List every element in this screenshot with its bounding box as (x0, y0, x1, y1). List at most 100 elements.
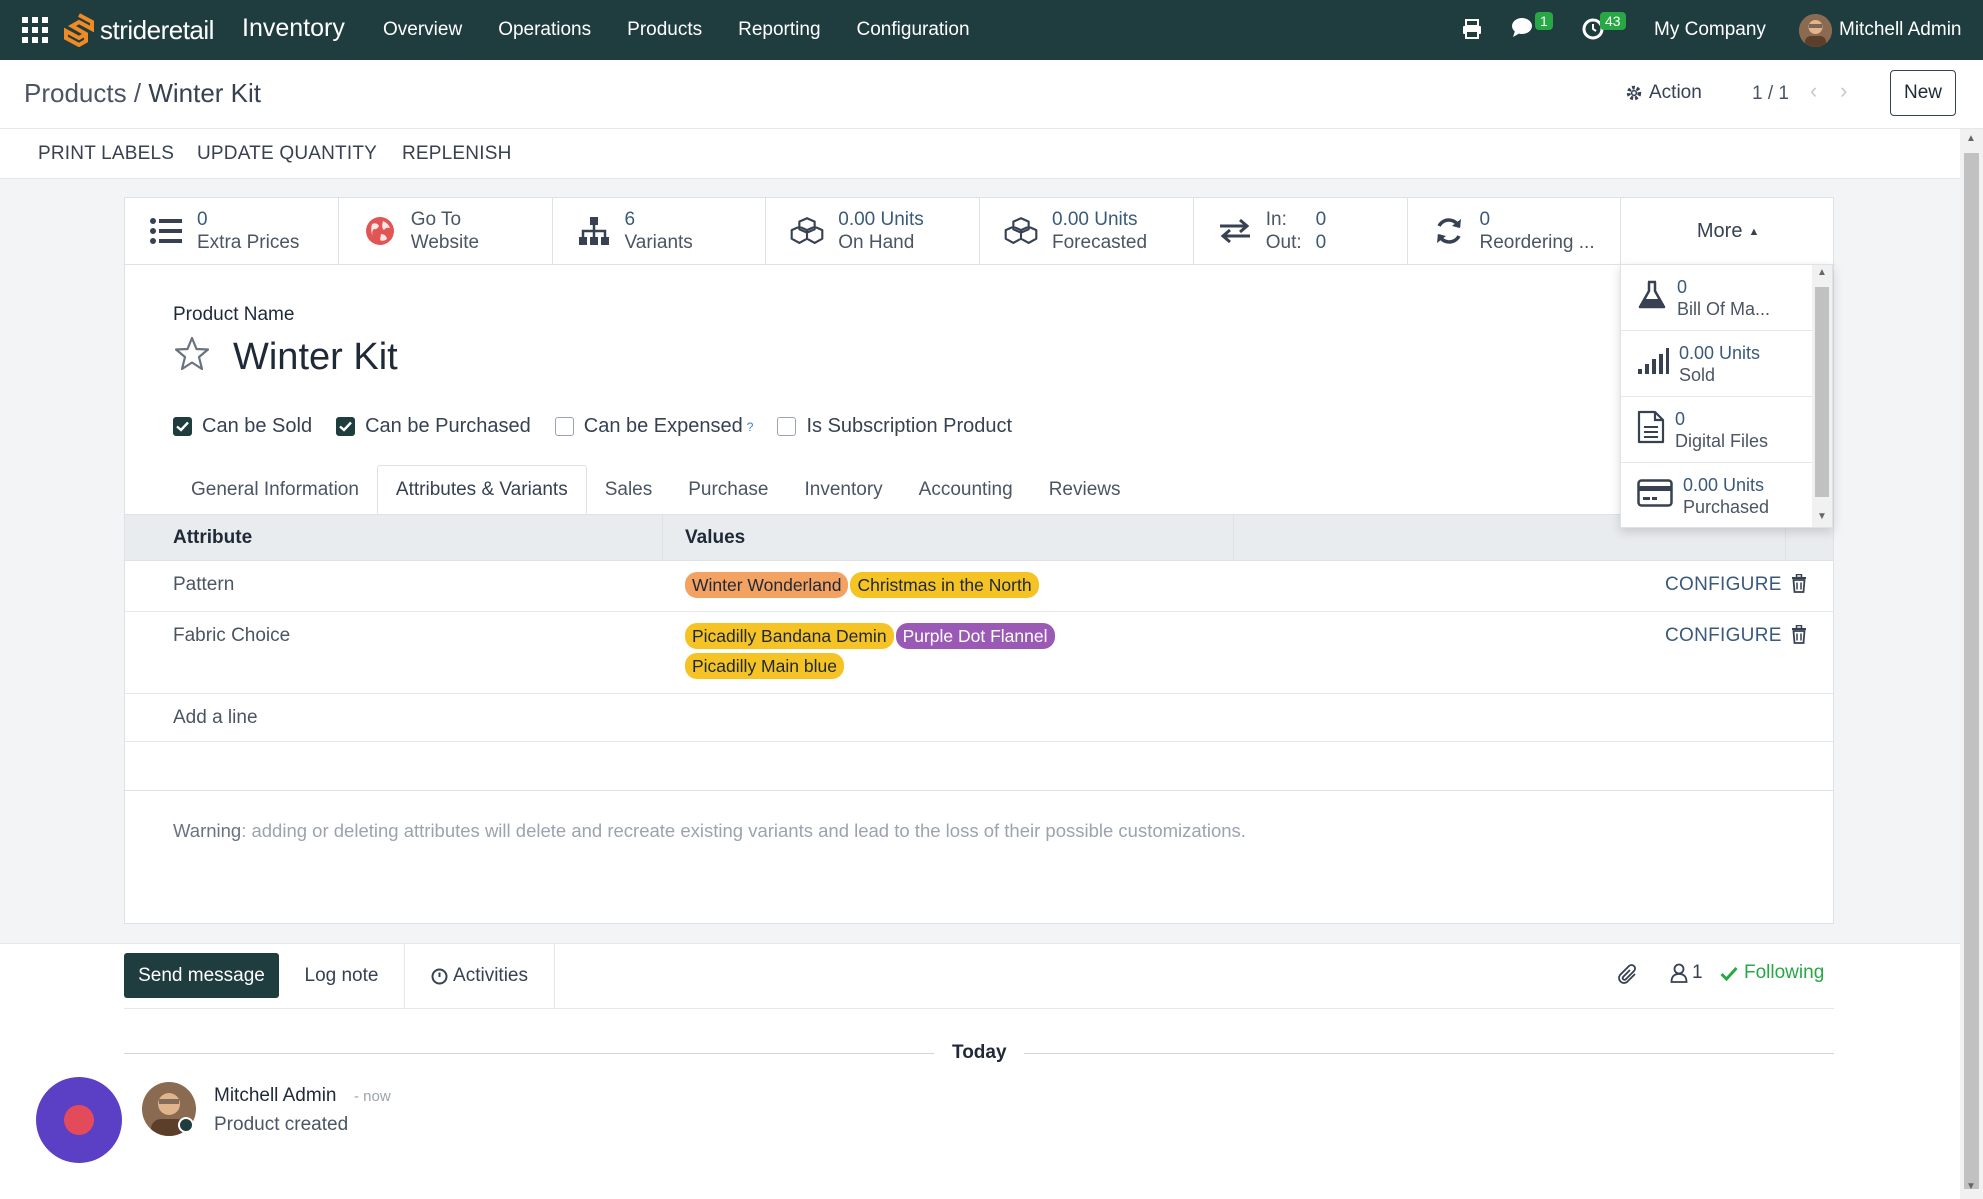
breadcrumb-products[interactable]: Products (24, 78, 127, 108)
go-to-website-button[interactable]: Go To Website (339, 198, 553, 264)
new-button[interactable]: New (1890, 70, 1957, 116)
tab-sales[interactable]: Sales (587, 465, 671, 514)
activities-badge: 43 (1600, 12, 1626, 30)
attribute-values: Winter Wonderland Christmas in the North (685, 572, 1041, 602)
in-out-button[interactable]: In: 0 Out: 0 (1194, 198, 1408, 264)
forecasted-label: Forecasted (1052, 232, 1148, 253)
apps-menu-icon[interactable] (22, 17, 48, 43)
can-be-purchased-checkbox[interactable]: Can be Purchased (336, 415, 531, 438)
menu-operations[interactable]: Operations (498, 19, 591, 41)
can-be-expensed-checkbox[interactable]: Can be Expensed? (554, 415, 754, 438)
date-divider-right (1024, 1053, 1834, 1054)
extra-prices-button[interactable]: 0 Extra Prices (125, 198, 339, 264)
digital-files-value: 0 (1675, 408, 1686, 429)
reordering-button[interactable]: 0 Reordering ... (1408, 198, 1622, 264)
file-icon (1637, 410, 1665, 450)
top-navbar: strideretail Inventory Overview Operatio… (0, 0, 1983, 60)
message-author[interactable]: Mitchell Admin (214, 1085, 337, 1107)
tab-accounting[interactable]: Accounting (901, 465, 1031, 514)
scroll-down-icon[interactable]: ▼ (1817, 511, 1827, 522)
in-label: In: (1265, 209, 1287, 230)
menu-configuration[interactable]: Configuration (857, 19, 970, 41)
smart-buttons: 0 Extra Prices Go To Website 6 Variants 0.0… (125, 198, 1835, 265)
following-button[interactable]: Following (1720, 962, 1824, 984)
menu-overview[interactable]: Overview (383, 19, 462, 41)
help-tooltip-icon[interactable]: ? (747, 420, 754, 434)
purchased-button[interactable]: 0.00 Units Purchased (1621, 463, 1814, 529)
send-message-button[interactable]: Send message (124, 953, 279, 998)
can-be-sold-checkbox[interactable]: Can be Sold (173, 415, 312, 438)
scroll-down-icon[interactable]: ▼ (1966, 1181, 1976, 1192)
column-attribute[interactable]: Attribute (173, 527, 252, 549)
variants-button[interactable]: 6 Variants (553, 198, 767, 264)
online-status-icon (178, 1117, 194, 1133)
print-icon[interactable] (1461, 18, 1483, 46)
update-quantity-button[interactable]: UPDATE QUANTITY (197, 143, 377, 165)
log-note-button[interactable]: Log note (279, 944, 405, 1008)
pager-prev-icon[interactable]: ‹ (1810, 78, 1817, 104)
variants-warning: Warning: adding or deleting attributes w… (173, 820, 1246, 842)
out-label: Out: (1265, 232, 1302, 253)
trash-icon[interactable] (1791, 624, 1807, 650)
menu-reporting[interactable]: Reporting (738, 19, 820, 41)
menu-products[interactable]: Products (627, 19, 702, 41)
replenish-button[interactable]: REPLENISH (402, 143, 512, 165)
paperclip-icon[interactable] (1617, 963, 1639, 993)
user-menu[interactable]: Mitchell Admin (1839, 19, 1962, 41)
can-be-expensed-label: Can be Expensed (583, 415, 743, 437)
favorite-star-icon[interactable] (173, 335, 211, 379)
configure-button[interactable]: CONFIGURE (1665, 574, 1782, 596)
scroll-up-icon[interactable]: ▲ (1817, 267, 1827, 278)
pager-value[interactable]: 1 / 1 (1752, 83, 1789, 105)
page-scroll-thumb[interactable] (1964, 153, 1979, 1189)
product-name-field[interactable]: Winter Kit (233, 336, 398, 379)
sold-label: Sold (1679, 364, 1716, 385)
print-labels-button[interactable]: PRINT LABELS (38, 143, 174, 165)
messages-icon[interactable] (1511, 16, 1537, 46)
flask-icon (1637, 280, 1667, 316)
followers-button[interactable]: 1 (1670, 962, 1703, 984)
form-sheet: 0 Extra Prices Go To Website 6 Variants 0.0… (124, 197, 1835, 924)
website-line2: Website (410, 232, 480, 253)
column-values[interactable]: Values (685, 527, 745, 549)
activities-button[interactable]: Activities (405, 944, 555, 1008)
pager-next-icon[interactable]: › (1840, 78, 1847, 104)
page-scrollbar[interactable]: ▲ ▼ (1960, 129, 1983, 1199)
breadcrumb-separator: / (133, 78, 142, 108)
floating-record-button[interactable] (36, 1077, 122, 1163)
brand-name: strideretail (100, 14, 214, 45)
form-statusbar: PRINT LABELS UPDATE QUANTITY REPLENISH (0, 129, 1960, 179)
tab-reviews[interactable]: Reviews (1031, 465, 1139, 514)
variants-label: Variants (624, 232, 693, 253)
forecasted-button[interactable]: 0.00 Units Forecasted (980, 198, 1194, 264)
on-hand-button[interactable]: 0.00 Units On Hand (766, 198, 980, 264)
main-menu: Overview Operations Products Reporting C… (383, 19, 970, 41)
tab-general-information[interactable]: General Information (173, 465, 377, 514)
is-subscription-checkbox[interactable]: Is Subscription Product (777, 415, 1012, 438)
app-title[interactable]: Inventory (242, 14, 345, 43)
action-menu-button[interactable]: Action (1625, 82, 1702, 104)
company-switcher[interactable]: My Company (1654, 19, 1766, 41)
dropdown-scrollbar[interactable]: ▲ ▼ (1812, 265, 1832, 527)
globe-icon (363, 214, 397, 248)
trash-icon[interactable] (1791, 573, 1807, 599)
brand-logo[interactable]: strideretail (64, 10, 214, 50)
log-note-label: Log note (304, 965, 379, 986)
table-row[interactable]: Fabric Choice Picadilly Bandana Demin Pur… (125, 612, 1833, 694)
digital-files-button[interactable]: 0 Digital Files (1621, 397, 1814, 463)
followers-count: 1 (1692, 962, 1703, 983)
more-button[interactable]: More ▲ (1621, 198, 1835, 264)
tab-purchase[interactable]: Purchase (670, 465, 786, 514)
extra-prices-value: 0 (197, 209, 208, 230)
add-a-line-link[interactable]: Add a line (173, 707, 258, 729)
table-row[interactable]: Pattern Winter Wonderland Christmas in th… (125, 561, 1833, 612)
add-line-row: Add a line (125, 694, 1833, 742)
scroll-up-icon[interactable]: ▲ (1966, 133, 1976, 144)
dropdown-scroll-thumb[interactable] (1815, 287, 1829, 497)
tab-inventory[interactable]: Inventory (787, 465, 901, 514)
bill-of-materials-button[interactable]: 0 Bill Of Ma... (1621, 265, 1814, 331)
sold-button[interactable]: 0.00 Units Sold (1621, 331, 1814, 397)
tab-attributes-variants[interactable]: Attributes & Variants (376, 465, 587, 514)
user-avatar[interactable] (1799, 14, 1832, 47)
configure-button[interactable]: CONFIGURE (1665, 625, 1782, 647)
